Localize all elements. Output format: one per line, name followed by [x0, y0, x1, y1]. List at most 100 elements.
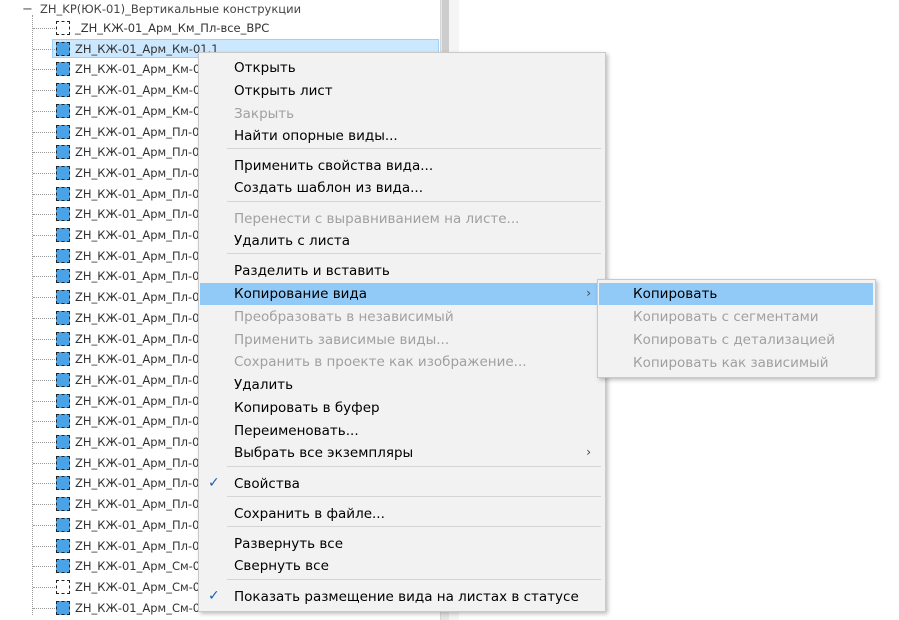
tree-branch-line — [33, 48, 55, 50]
menu-separator — [227, 148, 601, 149]
context-menu-item[interactable]: Переименовать... — [200, 420, 603, 442]
check-icon: ✓ — [208, 588, 220, 604]
view-icon — [56, 145, 70, 160]
context-menu-item[interactable]: ✓ Показать размещение вида на листах в ст… — [200, 586, 603, 608]
view-copy-submenu: Копировать Копировать с сегментами Копиров… — [597, 279, 876, 378]
menu-item-label: Сохранить в файле... — [234, 506, 385, 522]
context-menu-item[interactable]: Удалить — [200, 374, 603, 396]
tree-item-label: ZH_КЖ-01_Арм_См-0 — [75, 559, 201, 574]
view-icon — [56, 269, 70, 284]
context-menu: Открыть Открыть лист Закрыть Найти опорные … — [198, 52, 606, 612]
tree-item-label: ZH_КЖ-01_Арм_Пл-0 — [75, 497, 200, 512]
tree-branch-line — [33, 421, 55, 423]
tree-item-label: ZH_КЖ-01_Арм_Км-0 — [75, 83, 201, 98]
tree-branch-line — [33, 110, 55, 112]
context-menu-item[interactable]: Закрыть — [200, 103, 603, 125]
menu-separator — [227, 201, 601, 202]
tree-item-label: ZH_КЖ-01_Арм_Км-0 — [75, 62, 201, 77]
tree-item-label: ZH_КЖ-01_Арм_Пл-0 — [75, 228, 200, 242]
tree-branch-line — [33, 90, 55, 92]
view-icon — [56, 290, 70, 305]
chevron-right-icon: › — [586, 286, 591, 300]
context-menu-item[interactable]: Сохранить в проекте как изображение... — [200, 351, 603, 373]
context-menu-item[interactable]: Развернуть все — [200, 533, 603, 555]
view-icon — [56, 476, 70, 491]
tree-item-label: ZH_КЖ-01_Арм_Пл-0 — [75, 165, 200, 180]
submenu-item-label: Копировать как зависимый — [633, 355, 829, 371]
menu-item-label: Преобразовать в независимый — [234, 309, 454, 325]
tree-item-label: ZH_КЖ-01_Арм_Пл-0 — [75, 248, 200, 263]
submenu-item[interactable]: Копировать с детализацией — [599, 329, 873, 351]
menu-item-label: Свернуть все — [234, 558, 329, 574]
tree-branch-line — [33, 442, 55, 443]
tree-item-label: ZH_КЖ-01_Арм_Пл-0 — [75, 538, 200, 553]
tree-branch-line — [33, 462, 55, 464]
context-menu-item[interactable]: Разделить и вставить — [200, 260, 603, 282]
menu-item-label: Создать шаблон из вида... — [234, 180, 423, 196]
context-menu-item[interactable]: Перенести с выравниванием на листе... — [200, 208, 603, 230]
context-menu-item[interactable]: Найти опорные виды... — [200, 125, 603, 147]
tree-item[interactable]: _ZH_КЖ-01_Арм_Км_Пл-все_ВРС — [0, 18, 440, 38]
tree-item-label: ZH_КЖ-01_Арм_Пл-0 — [75, 435, 200, 449]
view-icon — [56, 517, 70, 532]
submenu-item[interactable]: Копировать — [599, 283, 873, 305]
tree-branch-line — [33, 131, 55, 133]
context-menu-item[interactable]: Преобразовать в независимый — [200, 306, 603, 328]
view-icon — [56, 600, 70, 615]
context-menu-item[interactable]: Копировать в буфер — [200, 397, 603, 419]
view-icon — [56, 186, 70, 201]
tree-branch-line — [33, 317, 55, 319]
menu-separator — [227, 526, 601, 527]
context-menu-item[interactable]: Открыть лист — [200, 80, 603, 102]
menu-item-label: Выбрать все экземпляры — [234, 445, 414, 461]
tree-branch-line — [33, 400, 55, 402]
tree-item-label: ZH_КЖ-01_Арм_Пл-0 — [75, 145, 200, 160]
tree-branch-line — [33, 255, 55, 257]
tree-branch-line — [33, 69, 55, 71]
view-icon — [56, 372, 70, 387]
menu-item-label: Перенести с выравниванием на листе... — [234, 211, 520, 227]
context-menu-item[interactable]: Открыть — [200, 57, 603, 79]
menu-item-label: Удалить — [234, 377, 294, 393]
tree-item-label: ZH_КЖ-01_Арм_Пл-0 — [75, 331, 200, 346]
tree-branch-line — [33, 338, 55, 340]
view-icon — [56, 559, 70, 574]
menu-item-label: Показать размещение вида на листах в ста… — [234, 589, 579, 605]
context-menu-item[interactable]: Свернуть все — [200, 555, 603, 577]
collapse-icon[interactable]: − — [22, 2, 33, 17]
submenu-item[interactable]: Копировать как зависимый — [599, 352, 873, 374]
menu-separator — [227, 466, 601, 467]
context-menu-item[interactable]: Сохранить в файле... — [200, 503, 603, 525]
context-menu-item[interactable]: Создать шаблон из вида... — [200, 177, 603, 199]
tree-item-label: ZH_КЖ-01_Арм_Пл-0 — [75, 207, 200, 222]
view-icon — [56, 310, 70, 325]
context-menu-item[interactable]: Выбрать все экземпляры › — [200, 442, 603, 464]
tree-item-label: ZH_КЖ-01_Арм_Км-0 — [75, 103, 201, 118]
chevron-right-icon: › — [586, 445, 591, 459]
view-icon — [56, 165, 70, 180]
submenu-item-label: Копировать с сегментами — [633, 309, 819, 325]
menu-item-label: Копировать в буфер — [234, 400, 380, 416]
context-menu-item[interactable]: Применить зависимые виды... — [200, 329, 603, 351]
menu-item-label: Найти опорные виды... — [234, 128, 398, 144]
tree-root-node[interactable]: − ZH_KP(ЮК-01)_Вертикальные конструкции — [0, 0, 440, 20]
tree-item-label: ZH_КЖ-01_Арм_См-0 — [75, 600, 201, 615]
context-menu-item[interactable]: Удалить с листа — [200, 230, 603, 252]
context-menu-item[interactable]: Копирование вида › — [200, 283, 603, 305]
view-icon — [56, 435, 70, 449]
menu-item-label: Удалить с листа — [234, 233, 351, 249]
tree-root-label: ZH_KP(ЮК-01)_Вертикальные конструкции — [40, 2, 302, 16]
tree-item-label: ZH_КЖ-01_Арм_Пл-0 — [75, 414, 200, 429]
menu-item-label: Разделить и вставить — [234, 263, 390, 279]
submenu-item-label: Копировать с детализацией — [633, 332, 835, 348]
view-icon — [56, 331, 70, 346]
context-menu-item[interactable]: ✓ Свойства — [200, 473, 603, 495]
menu-item-label: Применить свойства вида... — [234, 158, 434, 174]
tree-branch-line — [33, 152, 55, 154]
view-icon — [56, 62, 70, 77]
tree-item-label: ZH_КЖ-01_Арм_Пл-0 — [75, 393, 200, 408]
context-menu-item[interactable]: Применить свойства вида... — [200, 155, 603, 177]
submenu-item[interactable]: Копировать с сегментами — [599, 306, 873, 328]
tree-branch-line — [33, 214, 55, 216]
tree-item-label: ZH_КЖ-01_Арм_Пл-0 — [75, 186, 200, 201]
